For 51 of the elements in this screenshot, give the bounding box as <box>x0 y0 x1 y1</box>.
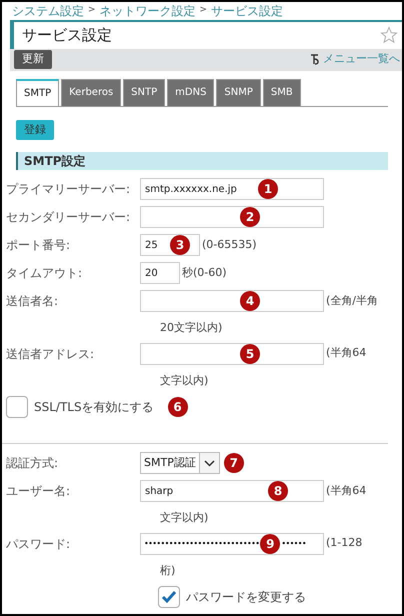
tab[interactable]: SMB <box>262 78 301 106</box>
number-marker: 6 <box>168 397 188 417</box>
star-icon[interactable] <box>380 26 398 44</box>
chevron-down-icon <box>204 460 215 466</box>
tab[interactable]: SMTP <box>16 78 60 106</box>
breadcrumb-link[interactable]: システム設定 <box>12 2 84 20</box>
field-hint: (1-128 <box>326 535 362 552</box>
breadcrumb-link[interactable]: ネットワーク設定 <box>100 2 196 20</box>
breadcrumb-link[interactable]: サービス設定 <box>211 2 284 20</box>
field-label: 認証方式: <box>5 455 60 472</box>
field-label: 送信者アドレス: <box>5 346 96 362</box>
section-header: SMTP設定 <box>16 152 388 170</box>
tab[interactable]: Kerberos <box>61 78 122 106</box>
refresh-button[interactable]: 更新 <box>14 50 52 70</box>
field-hint: (半角64 <box>326 482 366 499</box>
input-field[interactable] <box>140 342 324 364</box>
field-label: ポート番号: <box>5 237 72 254</box>
field-hint: 文字以内) <box>159 510 210 526</box>
number-marker: 9 <box>260 534 280 554</box>
checkbox[interactable] <box>158 586 180 608</box>
field-label: ユーザー名: <box>5 483 72 500</box>
input-field[interactable]: 20 <box>140 262 180 284</box>
input-field[interactable] <box>140 206 324 228</box>
tab[interactable]: SNMP <box>216 78 261 106</box>
field-hint: 秒(0-60) <box>182 264 227 281</box>
field-hint: 桁) <box>159 562 176 578</box>
register-button[interactable]: 登録 <box>16 120 54 140</box>
checkmark-icon <box>161 590 177 604</box>
input-field[interactable] <box>140 290 324 312</box>
number-marker: 7 <box>224 453 244 473</box>
field-hint: (0-65535) <box>202 236 257 253</box>
breadcrumb-separator: > <box>200 4 208 18</box>
field-label: プライマリーサーバー: <box>5 181 132 198</box>
page-title: サービス設定 <box>22 25 112 46</box>
checkbox[interactable] <box>6 396 28 418</box>
tab[interactable]: SNTP <box>123 78 166 106</box>
field-hint: 20文字以内) <box>159 320 224 336</box>
field-label: セカンダリーサーバー: <box>5 209 132 226</box>
field-label: 送信者名: <box>5 293 60 310</box>
field-hint: (全角/半角 <box>326 292 378 309</box>
field-hint: 文字以内) <box>159 372 210 388</box>
field-hint: (半角64 <box>326 345 366 362</box>
checkbox-label: パスワードを変更する <box>186 589 306 606</box>
tab[interactable]: mDNS <box>167 78 214 106</box>
breadcrumb-separator: > <box>88 4 96 18</box>
field-label: タイムアウト: <box>5 265 84 282</box>
menu-list-link[interactable]: メニュー一覧へ <box>323 51 400 68</box>
checkbox-label: SSL/TLSを有効にする <box>34 399 154 416</box>
field-label: パスワード: <box>5 536 72 552</box>
auth-method-select[interactable]: SMTP認証 <box>140 452 220 474</box>
password-field[interactable]: •••••••••••••••••••••••••••• 9 •••••• <box>140 532 324 554</box>
